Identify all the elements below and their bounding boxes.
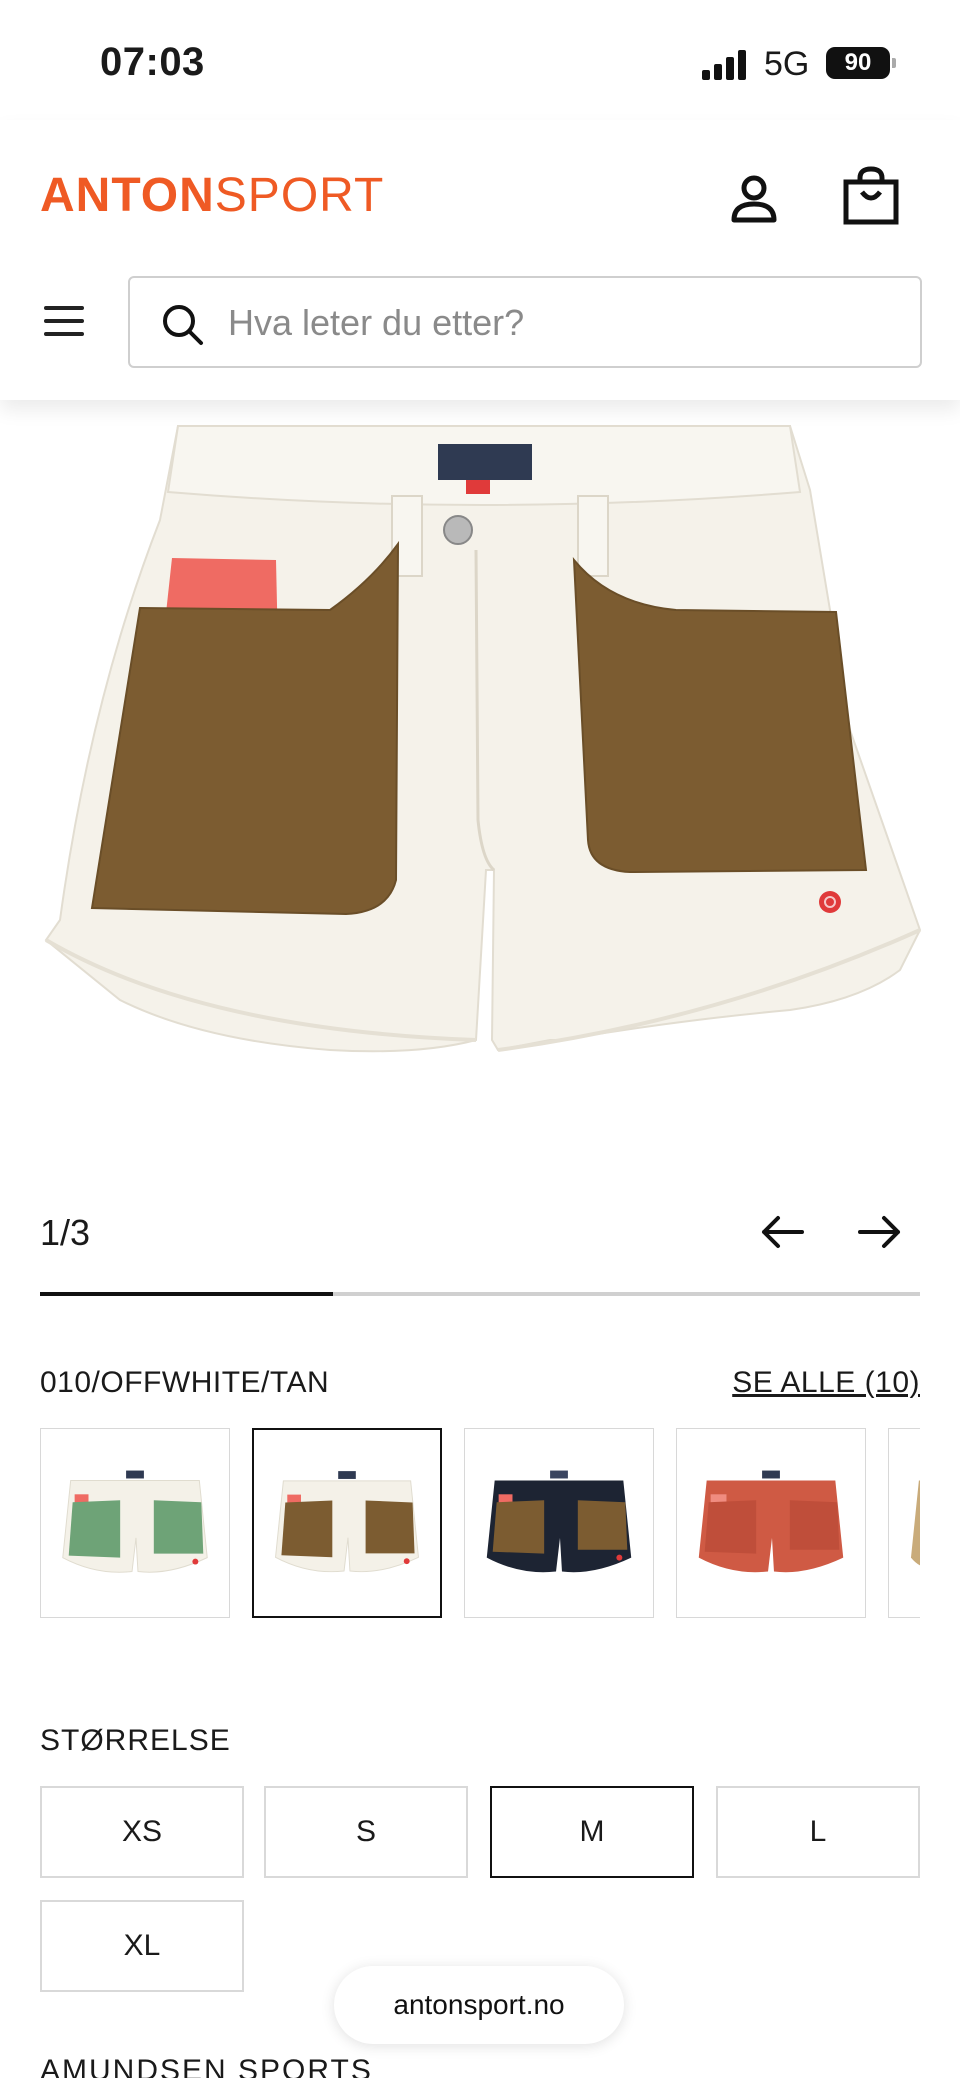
browser-url-bar[interactable]: antonsport.no (334, 1966, 624, 2044)
signal-icon (702, 50, 750, 80)
anton-sport-logo[interactable]: ANTONSPORT (40, 168, 384, 223)
variant-thumb-navy-tan[interactable] (464, 1428, 654, 1618)
browser-url: antonsport.no (393, 1989, 565, 2020)
gallery-progress-fill (40, 1292, 334, 1296)
brand-heading: AMUNDSEN SPORTS (40, 2054, 373, 2078)
battery-icon: 90 (826, 47, 896, 79)
size-option-xs[interactable]: XS (40, 1786, 244, 1878)
logo-bold: ANTON (40, 169, 215, 222)
variant-thumb-tan-partial[interactable] (888, 1428, 920, 1618)
search-icon (163, 305, 203, 345)
shopping-bag-icon[interactable] (842, 166, 900, 226)
variant-thumb-rust[interactable] (676, 1428, 866, 1618)
size-section-label: STØRRELSE (40, 1724, 231, 1757)
status-bar: 07:03 5G 90 (0, 0, 960, 120)
variant-thumb-offwhite-green[interactable] (40, 1428, 230, 1618)
hamburger-menu-icon[interactable] (44, 306, 88, 340)
account-icon[interactable] (726, 170, 782, 226)
search-input[interactable] (228, 296, 888, 350)
variant-thumbnails (40, 1428, 920, 1618)
battery-level: 90 (844, 49, 872, 76)
gallery-progress-bar (40, 1292, 920, 1296)
size-option-xl[interactable]: XL (40, 1900, 244, 1992)
variant-thumb-offwhite-tan[interactable] (252, 1428, 442, 1618)
network-type: 5G (764, 45, 810, 83)
selected-variant-label: 010/OFFWHITE/TAN (40, 1366, 330, 1399)
arrow-left-icon[interactable] (758, 1212, 806, 1252)
size-option-s[interactable]: S (264, 1786, 468, 1878)
gallery-counter: 1/3 (40, 1212, 91, 1253)
search-bar[interactable] (128, 276, 922, 368)
see-all-link[interactable]: SE ALLE (10) (732, 1366, 920, 1400)
logo-light: SPORT (214, 169, 385, 222)
size-option-m[interactable]: M (490, 1786, 694, 1878)
arrow-right-icon[interactable] (856, 1212, 904, 1252)
size-option-l[interactable]: L (716, 1786, 920, 1878)
status-time: 07:03 (100, 40, 205, 84)
site-header: ANTONSPORT (0, 120, 960, 400)
product-image[interactable] (0, 400, 960, 1140)
